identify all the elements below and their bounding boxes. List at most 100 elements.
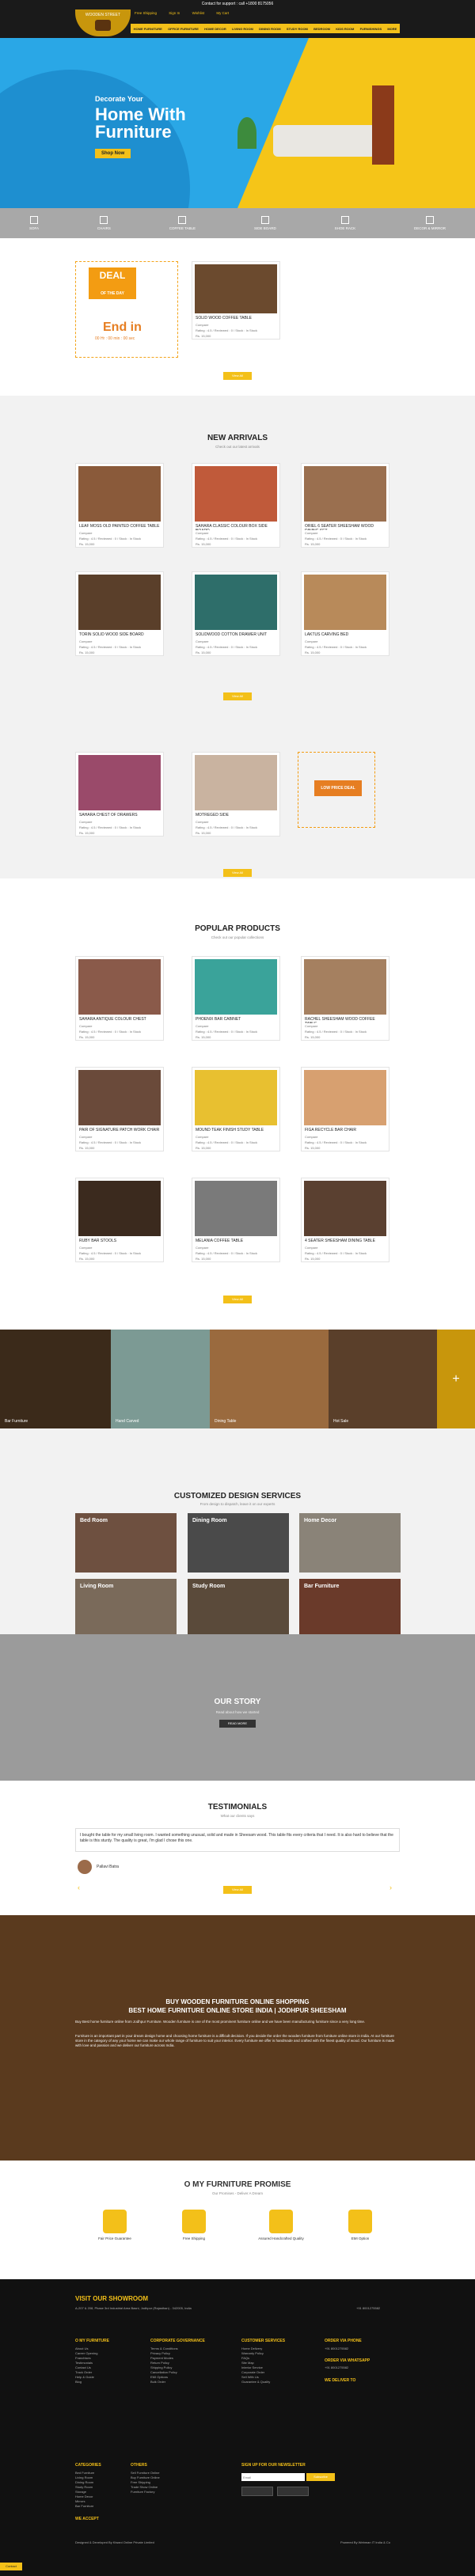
category-coffee-table[interactable]: COFFEE TABLE bbox=[169, 216, 196, 230]
nav-item[interactable]: MORE bbox=[387, 27, 397, 31]
nav-item[interactable]: OFFICE FURNITURE bbox=[168, 27, 199, 31]
service-card[interactable]: Living Room bbox=[75, 1579, 177, 1638]
service-card[interactable]: Bed Room bbox=[75, 1513, 177, 1573]
product-card[interactable]: RUBY BAR STOOLS Compare Rating : 4.5 / R… bbox=[75, 1178, 164, 1262]
category-sofa[interactable]: SOFA bbox=[29, 216, 39, 230]
product-card[interactable]: FIGA RECYCLE BAR CHAIR Compare Rating : … bbox=[301, 1067, 390, 1151]
testimonial-prev-icon[interactable]: ‹ bbox=[78, 1884, 80, 1891]
contact-badge[interactable]: Contact bbox=[0, 2563, 22, 2570]
popular-view-all-button[interactable]: View All bbox=[223, 1296, 252, 1303]
product-compare[interactable]: Compare bbox=[76, 1023, 163, 1029]
service-card[interactable]: Bar Furniture bbox=[299, 1579, 401, 1638]
footer-link[interactable]: Bar Furniture bbox=[75, 2504, 94, 2509]
category-decor-mirror[interactable]: DECOR & MIRROR bbox=[414, 216, 446, 230]
product-compare[interactable]: Compare bbox=[302, 1023, 389, 1029]
product-price: Rs. 15,000 bbox=[196, 1146, 211, 1150]
product-image bbox=[195, 959, 277, 1015]
footer-link[interactable]: Furniture Factory bbox=[131, 2490, 160, 2494]
product-meta: Rating : 4.5 / Reviewed : 0 / Stock : In… bbox=[196, 1140, 258, 1144]
product-card[interactable]: PAIR OF SIGNATURE PATCH WORK CHAIR Compa… bbox=[75, 1067, 164, 1151]
service-card[interactable]: Home Decor bbox=[299, 1513, 401, 1573]
service-card[interactable]: Study Room bbox=[188, 1579, 289, 1638]
category-chairs[interactable]: CHAIRS bbox=[97, 216, 111, 230]
low-price-deal-box[interactable]: LOW PRICE DEAL bbox=[298, 752, 375, 828]
showroom-phone[interactable]: +91 8001275582 bbox=[356, 2306, 380, 2311]
product-meta: Rating : 4.5 / Reviewed : 0 / Stock : In… bbox=[196, 537, 258, 541]
nav-item[interactable]: KIDS ROOM bbox=[336, 27, 354, 31]
product-compare[interactable]: Compare bbox=[192, 1134, 279, 1140]
footer-link[interactable]: Guarantee & Quality bbox=[241, 2380, 270, 2384]
product-card[interactable]: PHOENIX BAR CABINET Compare Rating : 4.5… bbox=[192, 956, 280, 1041]
product-compare[interactable]: Compare bbox=[76, 819, 163, 825]
product-card[interactable]: SAHARA ANTIQUE COLOUR CHEST Compare Rati… bbox=[75, 956, 164, 1041]
whatsapp-number[interactable]: +91 8001275582 bbox=[325, 2365, 348, 2370]
util-free-shipping[interactable]: Free Shipping bbox=[135, 11, 157, 15]
util-wishlist[interactable]: Wishlist bbox=[192, 11, 205, 15]
product-card[interactable]: SAHARA CHEST OF DRAWERS Compare Rating :… bbox=[75, 752, 164, 837]
testimonial-next-icon[interactable]: › bbox=[390, 1884, 392, 1891]
product-card[interactable]: RACHEL SHEESHAM WOOD COFFEE TABLE Compar… bbox=[301, 956, 390, 1041]
product-card[interactable]: MELANIA COFFEE TABLE Compare Rating : 4.… bbox=[192, 1178, 280, 1262]
product-compare[interactable]: Compare bbox=[302, 1134, 389, 1140]
hero-shop-now-button[interactable]: Shop Now bbox=[95, 149, 131, 158]
product-compare[interactable]: Compare bbox=[302, 1245, 389, 1250]
gallery-tile[interactable]: Hand Carved bbox=[111, 1330, 210, 1428]
product-card[interactable]: TORIN SOLID WOOD SIDE BOARD Compare Rati… bbox=[75, 571, 164, 656]
deal-view-all-button[interactable]: View All bbox=[223, 372, 252, 380]
product-compare[interactable]: Compare bbox=[76, 1245, 163, 1250]
product-card[interactable]: MOUND TEAK FINISH STUDY TABLE Compare Ra… bbox=[192, 1067, 280, 1151]
nav-item[interactable]: BEDROOM bbox=[314, 27, 330, 31]
product-image bbox=[195, 1070, 277, 1125]
nav-item[interactable]: STUDY ROOM bbox=[287, 27, 308, 31]
product-compare[interactable]: Compare bbox=[192, 1245, 279, 1250]
story-read-more-button[interactable]: READ MORE bbox=[219, 1720, 256, 1728]
nav-item[interactable]: FURNISHINGS bbox=[360, 27, 382, 31]
product-card[interactable]: 4 SEATER SHEESHAM DINING TABLE Compare R… bbox=[301, 1178, 390, 1262]
product-compare[interactable]: Compare bbox=[76, 1134, 163, 1140]
product-card[interactable]: LEAF MOSS OLD PAINTED COFFEE TABLE Compa… bbox=[75, 463, 164, 548]
nav-item[interactable]: HOME FURNITURE bbox=[134, 27, 162, 31]
footer-link[interactable]: Bulk Order bbox=[150, 2380, 178, 2384]
seo-paragraph-1: Buy Best home furniture online from Jodh… bbox=[75, 2020, 366, 2024]
service-card[interactable]: Dining Room bbox=[188, 1513, 289, 1573]
product-card[interactable]: MOTREGED SIDE Compare Rating : 4.5 / Rev… bbox=[192, 752, 280, 837]
product-compare[interactable]: Compare bbox=[302, 639, 389, 644]
product-compare[interactable]: Compare bbox=[192, 322, 279, 328]
product-compare[interactable]: Compare bbox=[192, 639, 279, 644]
testimonials-view-all-button[interactable]: View All bbox=[223, 1886, 252, 1894]
low-price-view-all-button[interactable]: View All bbox=[223, 869, 252, 877]
nav-item[interactable]: HOME DECOR bbox=[204, 27, 226, 31]
deliver-heading: WE DELIVER TO bbox=[325, 2378, 356, 2383]
product-card[interactable]: ORIEL 6 SEATER SHEESHAM WOOD DINING SET … bbox=[301, 463, 390, 548]
app-store-icon[interactable] bbox=[277, 2487, 309, 2496]
order-phone[interactable]: +91 8001275582 bbox=[325, 2346, 348, 2351]
promise-quality: Assured Handcrafted Quality bbox=[241, 2210, 321, 2240]
product-compare[interactable]: Compare bbox=[302, 530, 389, 536]
footer-link[interactable]: Blog bbox=[75, 2380, 97, 2384]
product-card[interactable]: SAHARA CLASSIC COLOUR BOX SIDE BOARD Com… bbox=[192, 463, 280, 548]
category-shoe-rack[interactable]: SHOE RACK bbox=[335, 216, 355, 230]
util-cart[interactable]: My Cart bbox=[216, 11, 229, 15]
new-arrivals-view-all-button[interactable]: View All bbox=[223, 692, 252, 700]
product-compare[interactable]: Compare bbox=[192, 819, 279, 825]
product-compare[interactable]: Compare bbox=[76, 639, 163, 644]
gallery-tile[interactable]: Hot Sale bbox=[329, 1330, 437, 1428]
gallery-tile[interactable]: Bar Furniture bbox=[0, 1330, 111, 1428]
product-card[interactable]: LAKTUS CARVING BED Compare Rating : 4.5 … bbox=[301, 571, 390, 656]
newsletter-email-input[interactable] bbox=[241, 2473, 305, 2481]
nav-item[interactable]: DINING ROOM bbox=[259, 27, 281, 31]
util-sign-in[interactable]: Sign In bbox=[169, 11, 180, 15]
footer-others: Sell Furniture Online Buy Furniture Onli… bbox=[131, 2471, 160, 2494]
nav-item[interactable]: LIVING ROOM bbox=[232, 27, 253, 31]
product-compare[interactable]: Compare bbox=[76, 530, 163, 536]
product-compare[interactable]: Compare bbox=[192, 1023, 279, 1029]
deal-product-card[interactable]: SOLID WOOD COFFEE TABLE Compare Rating :… bbox=[192, 261, 280, 340]
gallery-tile[interactable]: Dining Table bbox=[210, 1330, 329, 1428]
new-arrivals-title: NEW ARRIVALS bbox=[207, 434, 268, 442]
category-side-board[interactable]: SIDE BOARD bbox=[254, 216, 276, 230]
product-compare[interactable]: Compare bbox=[192, 530, 279, 536]
newsletter-subscribe-button[interactable]: Subscribe bbox=[306, 2473, 335, 2481]
product-card[interactable]: SOLIDWOOD COTTON DRAWER UNIT Compare Rat… bbox=[192, 571, 280, 656]
google-play-icon[interactable] bbox=[241, 2487, 273, 2496]
gallery-plus-icon[interactable]: + bbox=[437, 1330, 475, 1428]
